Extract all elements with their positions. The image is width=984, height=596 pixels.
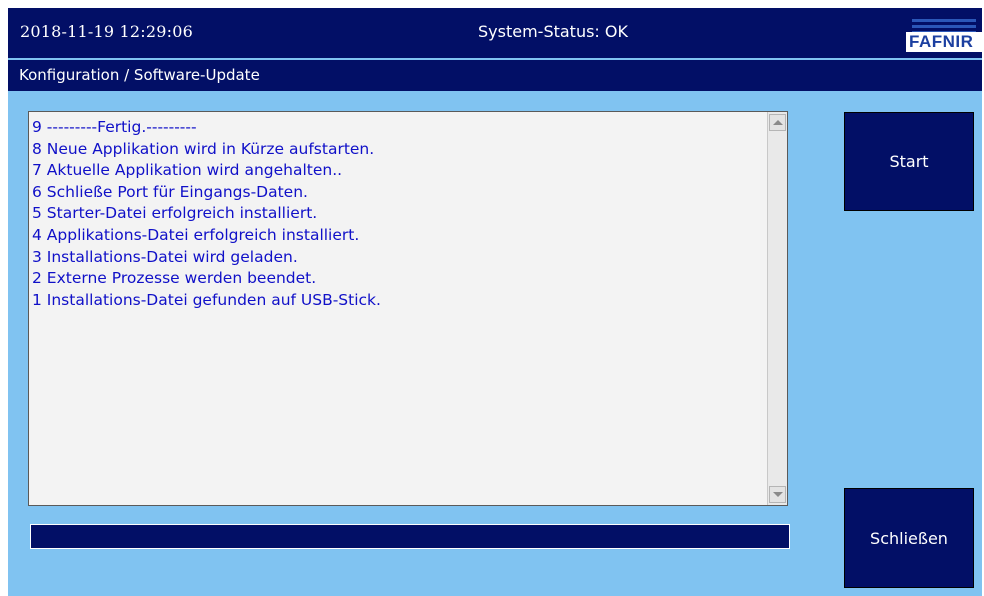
- log-line: 7 Aktuelle Applikation wird angehalten..: [32, 161, 343, 180]
- log-line: 5 Starter-Datei erfolgreich installiert.: [32, 204, 318, 223]
- fafnir-logo: FAFNIR: [906, 18, 982, 52]
- scroll-down-button[interactable]: [769, 486, 786, 503]
- logo-stripe: [912, 19, 976, 22]
- start-button[interactable]: Start: [844, 112, 974, 211]
- close-button[interactable]: Schließen: [844, 488, 974, 588]
- log-line: 9 ---------Fertig.---------: [32, 118, 197, 136]
- progress-fill: [31, 525, 789, 548]
- log-scrollbar[interactable]: [767, 112, 787, 505]
- log-line: 3 Installations-Datei wird geladen.: [32, 247, 298, 266]
- log-line: 4 Applikations-Datei erfolgreich install…: [32, 225, 360, 244]
- update-log-list[interactable]: 9 ---------Fertig.--------- 8 Neue Appli…: [28, 111, 788, 506]
- datetime-display: 2018-11-19 12:29:06: [20, 22, 193, 41]
- log-line: 6 Schließe Port für Eingangs-Daten.: [32, 182, 308, 201]
- log-line: 1 Installations-Datei gefunden auf USB-S…: [32, 290, 381, 309]
- page-title: Konfiguration / Software-Update: [19, 66, 260, 84]
- title-bar: 2018-11-19 12:29:06 System-Status: OK FA…: [8, 8, 982, 58]
- logo-stripe: [912, 25, 976, 28]
- log-line: 2 Externe Prozesse werden beendet.: [32, 269, 317, 288]
- software-update-screen: 2018-11-19 12:29:06 System-Status: OK FA…: [8, 8, 982, 596]
- system-status: System-Status: OK: [478, 22, 628, 41]
- update-progress-bar: [30, 524, 790, 549]
- log-lines: 9 ---------Fertig.--------- 8 Neue Appli…: [32, 117, 381, 311]
- log-line: 8 Neue Applikation wird in Kürze aufstar…: [32, 139, 375, 158]
- scroll-up-button[interactable]: [769, 114, 786, 131]
- arrow-up-icon: [773, 120, 783, 125]
- logo-wordmark: FAFNIR: [906, 32, 982, 52]
- breadcrumb-bar: Konfiguration / Software-Update: [8, 60, 982, 91]
- arrow-down-icon: [773, 492, 783, 497]
